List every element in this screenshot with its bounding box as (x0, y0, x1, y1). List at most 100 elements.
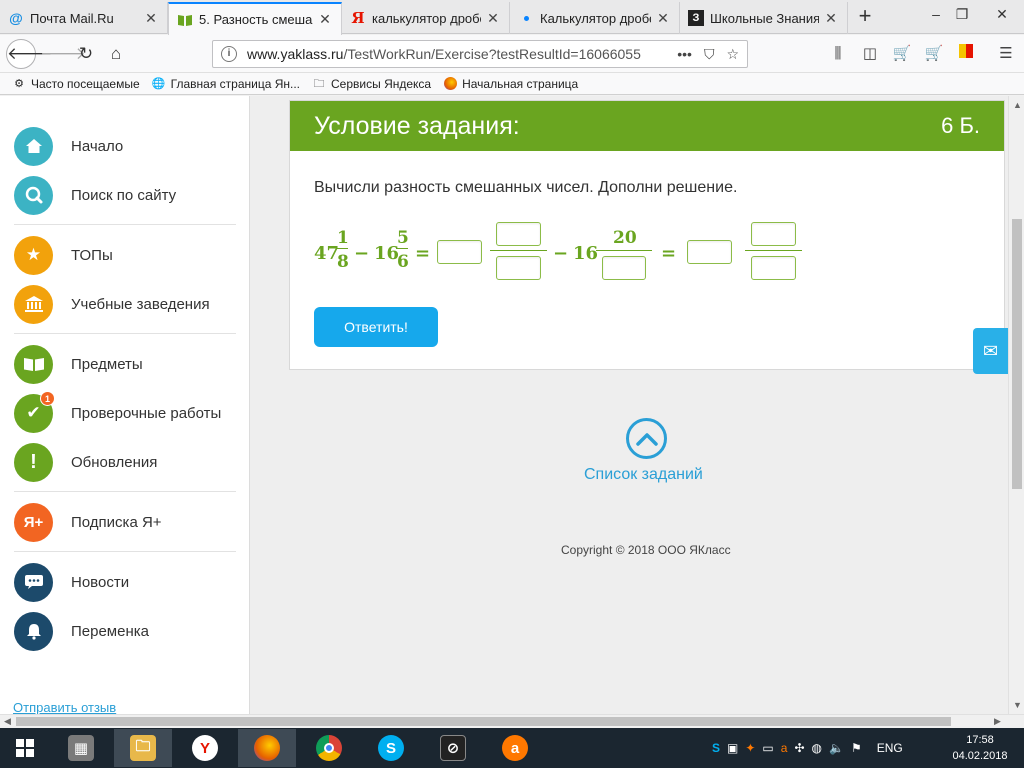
taskbar-app-avast[interactable]: a (486, 729, 544, 767)
url-text[interactable]: www.yaklass.ru/TestWorkRun/Exercise?test… (247, 46, 669, 62)
wrench-tray-icon[interactable]: ✦ (745, 741, 755, 755)
tab-calc[interactable]: Калькулятор дробе ✕ (510, 2, 680, 34)
library-icon[interactable]: ⫼ (828, 44, 848, 64)
scroll-right-arrow[interactable]: ▶ (994, 716, 1001, 727)
numerator-1: 1 (337, 228, 349, 248)
sidebar-item-subscription[interactable]: Я+ Подписка Я+ (14, 502, 162, 542)
bookmark-star-icon[interactable]: ☆ (726, 46, 739, 63)
fraction-bar (745, 250, 802, 251)
scroll-up-arrow[interactable]: ▲ (1013, 100, 1022, 110)
building-icon (14, 284, 53, 324)
forward-button[interactable]: 🡒 (40, 40, 86, 68)
address-bar[interactable]: i www.yaklass.ru/TestWorkRun/Exercise?te… (212, 40, 748, 68)
dot-icon (518, 10, 534, 26)
taskbar-app-chrome[interactable] (300, 729, 358, 767)
cart2-icon[interactable]: 🛒 (924, 44, 944, 64)
answer-input-denominator-3[interactable] (751, 256, 796, 280)
flag-tray-icon[interactable]: ⚑ (851, 741, 862, 755)
firefox-icon (254, 735, 280, 761)
sidebar-item-subjects[interactable]: Предметы (14, 344, 143, 384)
fraction-bar (336, 248, 348, 249)
cart-icon[interactable]: 🛒 (892, 44, 912, 64)
tab-yaklass[interactable]: 5. Разность смешан ✕ (168, 2, 342, 35)
tab-yandex-calc[interactable]: Я калькулятор дробе ✕ (342, 2, 510, 34)
task-text: Вычисли разность смешанных чисел. Дополн… (314, 179, 738, 196)
chevron-up-icon[interactable] (626, 418, 667, 459)
sidebar-icon[interactable]: ◫ (860, 44, 880, 64)
restore-button[interactable]: ❐ (940, 0, 984, 28)
taskbar-app-wall[interactable]: ▦ (52, 729, 110, 767)
answer-input-numerator-2[interactable] (751, 222, 796, 246)
bookmark-yandex-services[interactable]: 🗀 Сервисы Яндекса (312, 77, 432, 91)
answer-input-whole-1[interactable] (437, 240, 482, 264)
bell-icon (14, 611, 53, 651)
system-tray: S ▣ ✦ ▭ a ✣ ◍ 🔈 ⚑ ENG (712, 728, 903, 768)
answer-input-numerator-1[interactable] (496, 222, 541, 246)
close-icon[interactable]: ✕ (143, 10, 159, 27)
sidebar-item-home[interactable]: Начало (14, 126, 123, 166)
sidebar-item-tops[interactable]: ★ ТОПы (14, 235, 113, 275)
scroll-left-arrow[interactable]: ◀ (4, 716, 11, 727)
close-icon[interactable]: ✕ (823, 10, 839, 27)
skype-tray-icon[interactable]: S (712, 741, 720, 755)
language-indicator[interactable]: ENG (877, 741, 903, 755)
close-icon[interactable]: ✕ (655, 10, 671, 27)
vertical-scroll-thumb[interactable] (1012, 219, 1022, 489)
flag-icon[interactable] (956, 44, 976, 64)
bookmark-start-page[interactable]: Начальная страница (443, 76, 578, 91)
windows-icon (16, 739, 34, 757)
taskbar-app-compass[interactable]: ⊘ (424, 729, 482, 767)
close-window-button[interactable]: ✕ (980, 0, 1024, 28)
vertical-scrollbar[interactable]: ▲ ▼ (1008, 96, 1024, 714)
answer-input-whole-2[interactable] (687, 240, 732, 264)
clock[interactable]: 17:58 04.02.2018 (948, 732, 1012, 764)
tab-mailru[interactable]: @ Почта Mail.Ru ✕ (0, 2, 168, 34)
sidebar-item-institutions[interactable]: Учебные заведения (14, 284, 210, 324)
answer-input-denominator-1[interactable] (496, 256, 541, 280)
new-tab-button[interactable]: + (852, 5, 878, 29)
taskbar-app-yandex[interactable]: Y (176, 729, 234, 767)
sidebar-item-updates[interactable]: ! Обновления (14, 442, 157, 482)
volume-icon[interactable]: 🔈 (829, 741, 844, 755)
reload-button[interactable]: ↻ (72, 40, 100, 68)
info-icon[interactable]: i (221, 46, 237, 62)
copyright: Copyright © 2018 ООО ЯКласс (561, 543, 731, 557)
tab-znanija[interactable]: З Школьные Знания.c ✕ (680, 2, 848, 34)
sidebar-item-break[interactable]: Переменка (14, 611, 149, 651)
globe-tray-icon[interactable]: ◍ (812, 741, 822, 755)
start-button[interactable] (0, 729, 50, 767)
answer-button[interactable]: Ответить! (314, 307, 438, 347)
horizontal-scrollbar[interactable]: ◀ ▶ (0, 714, 1024, 728)
menu-icon[interactable]: ☰ (996, 44, 1016, 64)
bookmark-yandex-home[interactable]: 🌐 Главная страница Ян... (152, 77, 300, 91)
task-list-link[interactable]: Список заданий (584, 466, 703, 484)
more-icon[interactable]: ••• (677, 46, 692, 63)
chat-icon (14, 562, 53, 602)
network-tray-icon[interactable]: ✣ (794, 741, 804, 755)
close-icon[interactable]: ✕ (485, 10, 501, 27)
close-icon[interactable]: ✕ (317, 11, 333, 28)
home-button[interactable]: ⌂ (102, 40, 130, 68)
scroll-down-arrow[interactable]: ▼ (1013, 700, 1022, 710)
brick-wall-icon: ▦ (68, 735, 94, 761)
taskbar-app-explorer[interactable]: 🗀 (114, 729, 172, 767)
feedback-mail-button[interactable]: ✉ (973, 328, 1008, 374)
monitor-tray-icon[interactable]: ▭ (762, 741, 773, 755)
task-card: Условие задания: 6 Б. Вычисли разность с… (289, 100, 1005, 370)
bookmark-frequent[interactable]: ⚙ Часто посещаемые (12, 77, 140, 91)
divider (14, 551, 236, 552)
taskbar-app-firefox[interactable] (238, 729, 296, 767)
box-tray-icon[interactable]: ▣ (727, 741, 738, 755)
sidebar-item-tests[interactable]: ✔ 1 Проверочные работы (14, 390, 221, 433)
avast-tray-icon[interactable]: a (781, 741, 788, 755)
pocket-icon[interactable]: ⛉ (704, 46, 715, 63)
horizontal-scroll-thumb[interactable] (16, 717, 951, 726)
sidebar-item-search[interactable]: Поиск по сайту (14, 175, 176, 215)
answer-input-denominator-2[interactable] (602, 256, 646, 280)
folder-icon: 🗀 (313, 77, 325, 90)
sidebar-item-news[interactable]: Новости (14, 562, 129, 602)
gear-icon: ⚙ (14, 77, 24, 90)
back-button[interactable]: 🡐 (6, 39, 53, 69)
taskbar-app-skype[interactable]: S (362, 729, 420, 767)
feedback-link[interactable]: Отправить отзыв (13, 700, 116, 714)
